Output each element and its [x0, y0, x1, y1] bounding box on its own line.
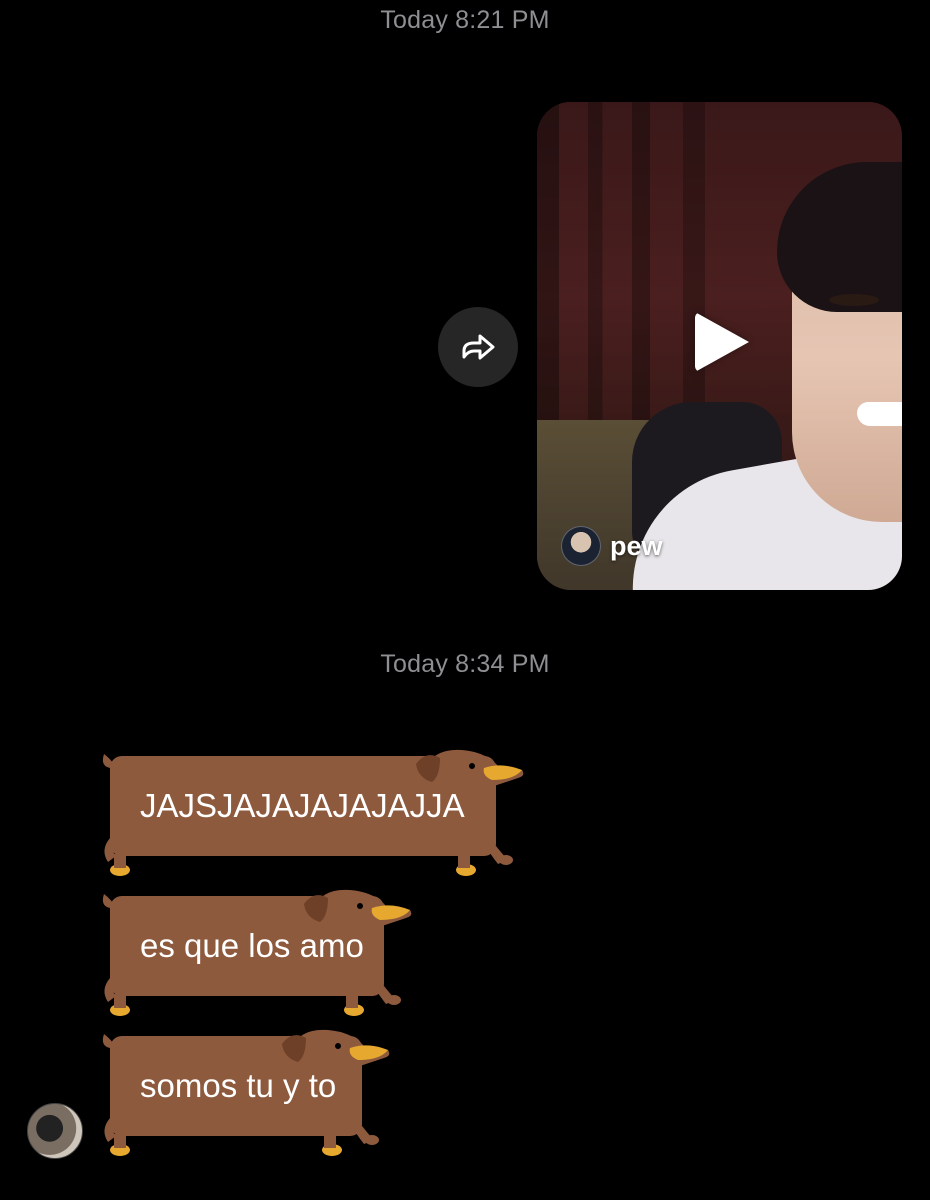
message-text: JAJSJAJAJAJAJAJJA	[140, 787, 465, 824]
author-avatar	[561, 526, 601, 566]
play-icon[interactable]	[695, 312, 749, 372]
timestamp: Today 8:21 PM	[380, 6, 550, 34]
shared-video-card[interactable]: pew	[537, 102, 902, 590]
video-author[interactable]: pew	[561, 526, 663, 566]
timestamp: Today 8:34 PM	[380, 650, 550, 678]
share-arrow-icon	[462, 334, 495, 360]
author-name: pew	[610, 530, 663, 561]
message-bubble[interactable]: es que los amo	[96, 886, 414, 1016]
message-bubble[interactable]: JAJSJAJAJAJAJAJJA	[96, 746, 526, 876]
message-text: es que los amo	[140, 927, 364, 964]
sender-avatar[interactable]	[27, 1103, 83, 1159]
share-button[interactable]	[438, 307, 518, 387]
message-bubble[interactable]: somos tu y to	[96, 1026, 392, 1156]
message-text: somos tu y to	[140, 1067, 337, 1104]
